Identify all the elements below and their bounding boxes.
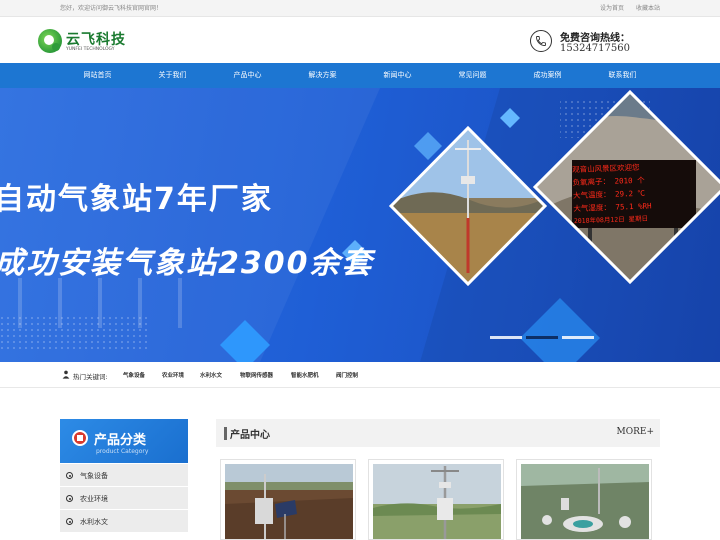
main-nav: 网站首页 关于我们 产品中心 解决方案 新闻中心 常见问题 成功案例 联系我们 (0, 63, 720, 88)
banner-subheadline: 成功安装气象站2300余套 (0, 246, 374, 281)
logo-subtext: YUNFEI TECHNOLOGY (66, 47, 115, 52)
top-links: 设为首页 收藏本站 (590, 3, 660, 12)
set-homepage-link[interactable]: 设为首页 (600, 5, 624, 12)
banner-headline: 自动气象站7年厂家 (0, 182, 273, 217)
keyword-fertigation[interactable]: 智能水肥机 (291, 371, 319, 379)
category-item-agriculture[interactable]: 农业环境 (60, 487, 188, 510)
nav-news[interactable]: 新闻中心 (360, 63, 435, 88)
radio-bullet-icon (66, 472, 73, 479)
radio-bullet-icon (66, 518, 73, 525)
led-sign: 观音山风景区欢迎您 负氧离子： 2010 个 大气温度： 29.2 ℃ 大气湿度… (572, 159, 696, 229)
nav-home[interactable]: 网站首页 (60, 63, 135, 88)
phone-icon (530, 30, 552, 52)
category-item-label: 气象设备 (80, 472, 108, 480)
product-center-title: 产品中心 (230, 430, 270, 441)
slider-dot-2[interactable] (526, 336, 558, 339)
hot-keywords-bar: 热门关键词: 气象设备 农业环境 水利水文 物联网传感器 智能水肥机 阀门控制 (0, 362, 720, 388)
nav-about[interactable]: 关于我们 (135, 63, 210, 88)
more-link[interactable]: MORE+ (617, 427, 654, 437)
product-center-header: 产品中心 MORE+ (216, 419, 660, 447)
header: 云飞科技 YUNFEI TECHNOLOGY 免费咨询热线： 153247175… (0, 17, 720, 63)
hotline: 免费咨询热线： 15324717560 (530, 28, 660, 58)
keyword-iot-sensor[interactable]: 物联网传感器 (240, 371, 273, 379)
slider-dots (490, 336, 600, 340)
hotline-number[interactable]: 15324717560 (560, 43, 630, 54)
keyword-agri-environment[interactable]: 农业环境 (162, 371, 184, 379)
category-header: 产品分类 product Category (60, 419, 188, 463)
product-card-2[interactable] (368, 459, 504, 540)
welcome-text: 您好，欢迎访问御云飞科技官网官网！ (60, 5, 163, 12)
product-card-1[interactable] (220, 459, 356, 540)
hero-banner[interactable]: 观音山风景区欢迎您 负氧离子： 2010 个 大气温度： 29.2 ℃ 大气湿度… (0, 88, 720, 362)
radio-bullet-icon (66, 495, 73, 502)
slider-dot-1[interactable] (490, 336, 522, 339)
title-accent-bar (224, 427, 227, 440)
nav-faq[interactable]: 常见问题 (435, 63, 510, 88)
hot-keywords-label: 热门关键词: (73, 373, 108, 381)
category-item-weather[interactable]: 气象设备 (60, 464, 188, 487)
site-logo[interactable]: 云飞科技 YUNFEI TECHNOLOGY (38, 29, 138, 55)
keyword-weather-equipment[interactable]: 气象设备 (123, 371, 145, 379)
category-subtitle: product Category (96, 448, 149, 455)
product-image (225, 464, 353, 539)
nav-contact[interactable]: 联系我们 (585, 63, 660, 88)
user-icon (62, 370, 70, 379)
category-item-label: 农业环境 (80, 495, 108, 503)
category-list: 气象设备 农业环境 水利水文 (60, 464, 188, 533)
logo-text: 云飞科技 (66, 32, 126, 48)
category-item-hydrology[interactable]: 水利水文 (60, 510, 188, 533)
product-card-3[interactable] (516, 459, 652, 540)
product-image (521, 464, 649, 539)
bookmark-link[interactable]: 收藏本站 (636, 5, 660, 12)
nav-cases[interactable]: 成功案例 (510, 63, 585, 88)
nav-products[interactable]: 产品中心 (210, 63, 285, 88)
logo-mark-icon (38, 29, 62, 53)
keyword-hydrology[interactable]: 水利水文 (200, 371, 222, 379)
category-title: 产品分类 (94, 433, 147, 448)
category-icon (72, 430, 88, 446)
hotline-label: 免费咨询热线： (560, 33, 630, 44)
nav-solutions[interactable]: 解决方案 (285, 63, 360, 88)
slider-dot-3[interactable] (562, 336, 594, 339)
category-item-label: 水利水文 (80, 518, 108, 526)
top-bar: 您好，欢迎访问御云飞科技官网官网！ 设为首页 收藏本站 (0, 0, 720, 17)
product-image (373, 464, 501, 539)
keyword-valve-control[interactable]: 阀门控制 (336, 371, 358, 379)
